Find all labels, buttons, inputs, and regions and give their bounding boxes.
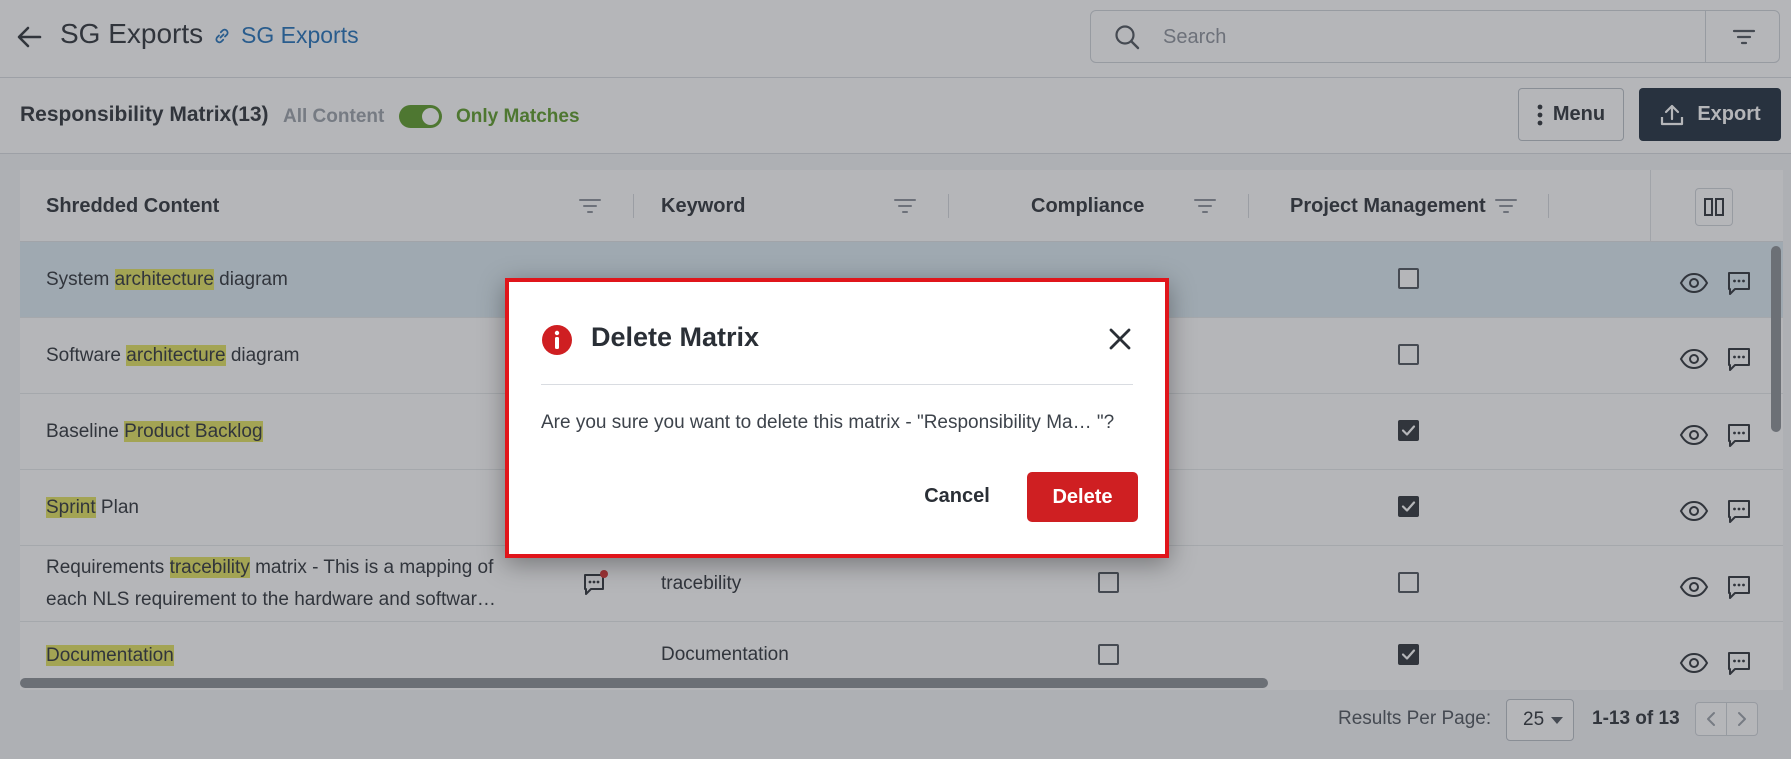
close-icon[interactable] <box>1105 324 1135 354</box>
dialog-divider <box>541 384 1133 385</box>
dialog-title: Delete Matrix <box>591 322 760 352</box>
delete-matrix-dialog: Delete Matrix Are you sure you want to d… <box>505 278 1169 558</box>
dialog-message: Are you sure you want to delete this mat… <box>541 412 1115 433</box>
info-alert-icon <box>542 325 572 355</box>
cancel-button[interactable]: Cancel <box>907 472 1007 520</box>
delete-button[interactable]: Delete <box>1027 472 1138 522</box>
